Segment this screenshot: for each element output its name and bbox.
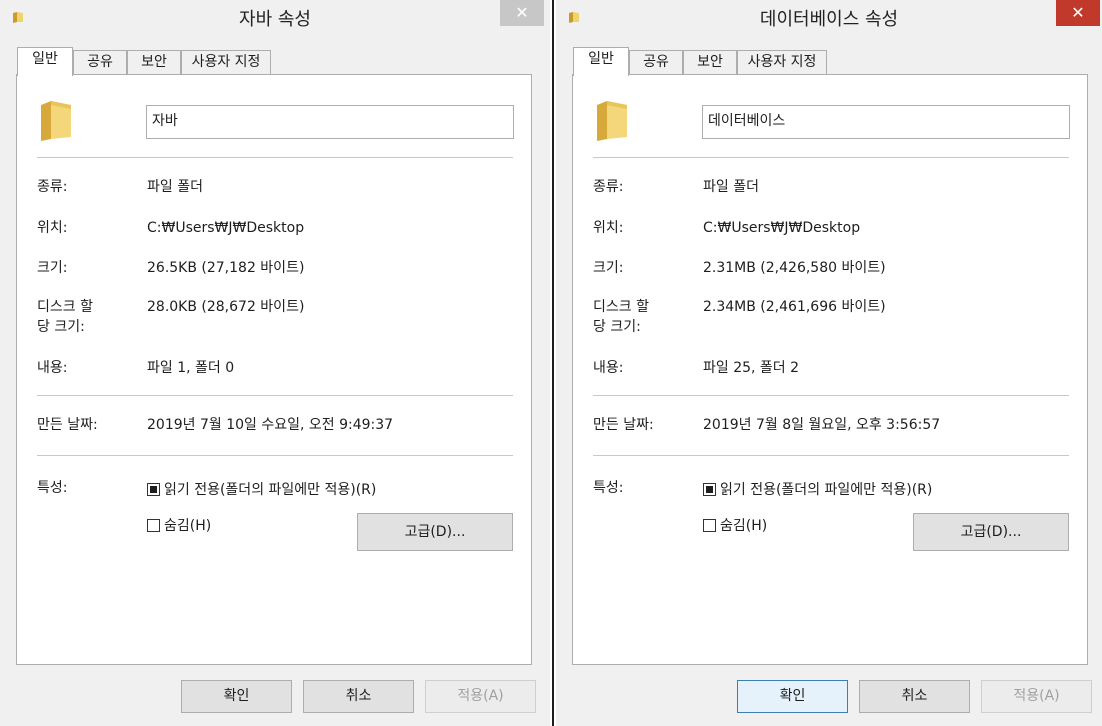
folder-icon	[41, 101, 71, 141]
contents-value: 파일 1, 폴더 0	[147, 360, 235, 376]
disk-size-label-line1: 디스크 할	[593, 299, 649, 315]
checkbox-icon[interactable]	[703, 518, 716, 532]
location-label: 위치:	[593, 220, 624, 236]
divider	[37, 157, 513, 158]
disk-size-label-line2: 당 크기:	[37, 319, 85, 335]
type-label: 종류:	[37, 179, 68, 195]
location-label: 위치:	[37, 220, 68, 236]
attributes-label: 특성:	[37, 480, 68, 496]
size-label: 크기:	[37, 260, 68, 276]
checkbox-indeterminate-icon[interactable]	[147, 482, 160, 496]
readonly-label: 읽기 전용(폴더의 파일에만 적용)(R)	[164, 482, 377, 498]
ok-button[interactable]: 확인	[737, 680, 848, 713]
divider	[37, 395, 513, 396]
hidden-label: 숨김(H)	[720, 518, 768, 534]
readonly-checkbox[interactable]: 읽기 전용(폴더의 파일에만 적용)(R)	[703, 479, 932, 499]
folder-icon	[597, 101, 627, 141]
attributes-label: 특성:	[593, 480, 624, 496]
checkbox-indeterminate-icon[interactable]	[703, 482, 716, 496]
tab-customize[interactable]: 사용자 지정	[181, 50, 271, 74]
type-value: 파일 폴더	[147, 179, 203, 195]
size-value: 2.31MB (2,426,580 바이트)	[703, 260, 886, 276]
hidden-checkbox[interactable]: 숨김(H)	[703, 515, 767, 535]
created-value: 2019년 7월 8일 월요일, 오후 3:56:57	[703, 417, 941, 433]
size-label: 크기:	[593, 260, 624, 276]
divider	[593, 157, 1069, 158]
title-bar[interactable]: 자바 속성 ✕	[0, 0, 550, 36]
general-panel: 자바 종류: 파일 폴더 위치: C:₩Users₩J₩Desktop 크기: …	[16, 74, 532, 665]
location-value: C:₩Users₩J₩Desktop	[147, 220, 305, 236]
contents-value: 파일 25, 폴더 2	[703, 360, 800, 376]
contents-label: 내용:	[37, 360, 68, 376]
created-label: 만든 날짜:	[37, 417, 98, 433]
size-value: 26.5KB (27,182 바이트)	[147, 260, 305, 276]
tab-security[interactable]: 보안	[127, 50, 181, 74]
general-panel: 데이터베이스 종류: 파일 폴더 위치: C:₩Users₩J₩Desktop …	[572, 74, 1088, 665]
type-value: 파일 폴더	[703, 179, 759, 195]
type-label: 종류:	[593, 179, 624, 195]
hidden-label: 숨김(H)	[164, 518, 212, 534]
divider	[593, 395, 1069, 396]
tab-customize[interactable]: 사용자 지정	[737, 50, 827, 74]
properties-window-database: 데이터베이스 속성 ✕ 일반 공유 보안 사용자 지정 데이터베이스 종류: 파…	[556, 0, 1102, 726]
cancel-button[interactable]: 취소	[303, 680, 414, 713]
close-button[interactable]: ✕	[500, 0, 544, 26]
tab-general[interactable]: 일반	[573, 47, 629, 76]
checkbox-icon[interactable]	[147, 518, 160, 532]
advanced-button[interactable]: 고급(D)...	[913, 513, 1069, 551]
tab-general[interactable]: 일반	[17, 47, 73, 76]
apply-button[interactable]: 적용(A)	[981, 680, 1092, 713]
tab-sharing[interactable]: 공유	[629, 50, 683, 74]
advanced-button[interactable]: 고급(D)...	[357, 513, 513, 551]
created-value: 2019년 7월 10일 수요일, 오전 9:49:37	[147, 417, 394, 433]
apply-button[interactable]: 적용(A)	[425, 680, 536, 713]
cancel-button[interactable]: 취소	[859, 680, 970, 713]
disk-size-value: 2.34MB (2,461,696 바이트)	[703, 299, 886, 315]
readonly-label: 읽기 전용(폴더의 파일에만 적용)(R)	[720, 482, 933, 498]
window-title: 데이터베이스 속성	[759, 9, 899, 30]
tab-security[interactable]: 보안	[683, 50, 737, 74]
folder-name-field[interactable]: 데이터베이스	[702, 105, 1070, 139]
properties-window-java: 자바 속성 ✕ 일반 공유 보안 사용자 지정 자바 종류: 파일 폴더 위치:…	[0, 0, 550, 726]
tab-sharing[interactable]: 공유	[73, 50, 127, 74]
divider	[593, 455, 1069, 456]
disk-size-value: 28.0KB (28,672 바이트)	[147, 299, 305, 315]
ok-button[interactable]: 확인	[181, 680, 292, 713]
disk-size-label-line1: 디스크 할	[37, 299, 93, 315]
window-title: 자바 속성	[239, 9, 311, 30]
disk-size-label-line2: 당 크기:	[593, 319, 641, 335]
created-label: 만든 날짜:	[593, 417, 654, 433]
location-value: C:₩Users₩J₩Desktop	[703, 220, 861, 236]
contents-label: 내용:	[593, 360, 624, 376]
folder-name-field[interactable]: 자바	[146, 105, 514, 139]
title-bar[interactable]: 데이터베이스 속성 ✕	[556, 0, 1102, 36]
divider	[37, 455, 513, 456]
hidden-checkbox[interactable]: 숨김(H)	[147, 515, 211, 535]
readonly-checkbox[interactable]: 읽기 전용(폴더의 파일에만 적용)(R)	[147, 479, 376, 499]
close-button[interactable]: ✕	[1056, 0, 1100, 26]
